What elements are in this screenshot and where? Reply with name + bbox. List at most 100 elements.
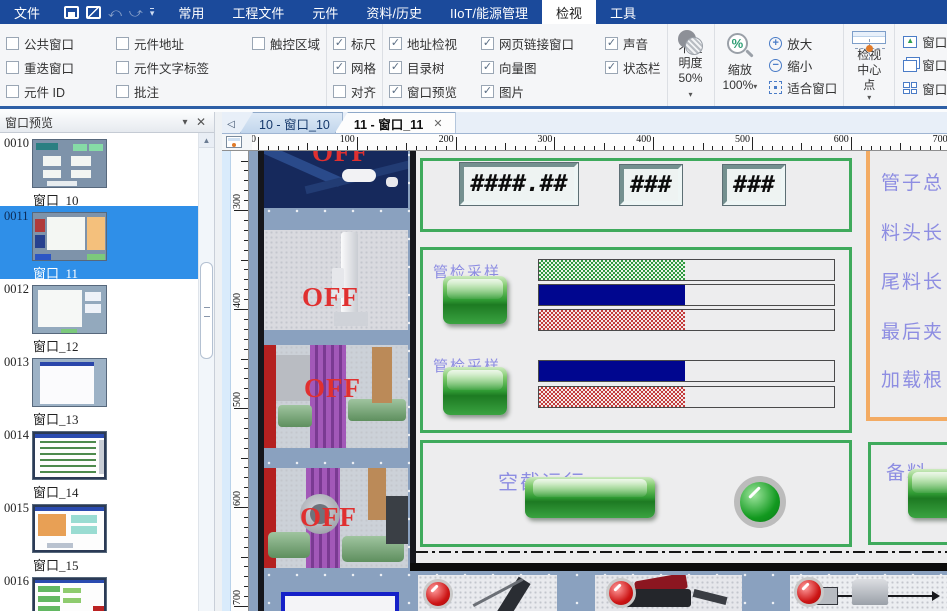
checkbox-sound[interactable]: ✓声音: [605, 34, 661, 53]
checkbox-address-view[interactable]: ✓地址检视: [389, 34, 467, 53]
blue-frame-box[interactable]: [281, 592, 399, 611]
panel-close-icon[interactable]: ✕: [193, 115, 209, 129]
window-thumbnail[interactable]: [32, 285, 107, 334]
tab-window-11[interactable]: 11 - 窗口_11✕: [335, 112, 456, 133]
menu-project-file[interactable]: 工程文件: [218, 0, 298, 24]
checkbox-public-window[interactable]: ✓公共窗口: [6, 34, 102, 53]
window-thumbnail[interactable]: [32, 139, 107, 188]
idle-run-button[interactable]: [525, 477, 655, 518]
checkbox-grid[interactable]: ✓网格: [333, 58, 376, 77]
view-center-button[interactable]: 检视中心点 ▾: [844, 24, 895, 106]
ready-button[interactable]: [908, 469, 947, 518]
numeric-display-1[interactable]: ####.##: [460, 163, 578, 205]
checkbox-component-address[interactable]: ✓元件地址: [116, 34, 238, 53]
red-indicator-light[interactable]: [794, 577, 824, 607]
redo-icon[interactable]: ⤻: [129, 6, 143, 19]
window-list-item[interactable]: 0013 窗口_13: [0, 352, 199, 425]
window-thumbnail[interactable]: [32, 358, 107, 407]
window-thumbnail[interactable]: [32, 504, 107, 553]
machine-photo-1[interactable]: OFF: [264, 151, 408, 208]
progress-bar-red-2[interactable]: [538, 386, 835, 408]
green-indicator-light[interactable]: [734, 476, 786, 528]
menu-common[interactable]: 常用: [164, 0, 218, 24]
tab-close-icon[interactable]: ✕: [433, 117, 442, 130]
hmi-screen-interior[interactable]: ####.## ### ### 管子总 料头长 尾料长 最后夹 加载根 管检采样…: [416, 151, 947, 563]
zoom-in-button[interactable]: +放大: [769, 32, 837, 54]
window-list-item[interactable]: 0014 窗口_14: [0, 425, 199, 498]
window-cascade-button[interactable]: 窗口重叠: [903, 53, 947, 76]
export-image-icon[interactable]: [86, 6, 101, 19]
machine-photo-5[interactable]: [418, 575, 557, 611]
window-thumbnail[interactable]: [32, 431, 107, 480]
checkbox-overlap-window[interactable]: ✓重迭窗口: [6, 58, 102, 77]
scrollbar-thumb[interactable]: [200, 262, 213, 359]
red-indicator-light[interactable]: [606, 578, 636, 608]
machine-photo-2[interactable]: OFF: [264, 230, 408, 330]
progress-bar-navy-1[interactable]: [538, 284, 835, 306]
scroll-up-icon[interactable]: ▲: [199, 133, 214, 148]
customize-toolbar-icon[interactable]: ▾: [150, 8, 155, 17]
label-head-length[interactable]: 料头长: [881, 218, 944, 245]
window-list-item[interactable]: 0012 窗口_12: [0, 279, 199, 352]
checkbox-picture[interactable]: ✓图片: [481, 82, 591, 101]
zoom-button[interactable]: % 缩放 100%▾: [721, 29, 760, 101]
window-tile-button[interactable]: 窗口并列: [903, 77, 947, 100]
checkbox-component-id[interactable]: ✓元件 ID: [6, 82, 102, 101]
design-canvas[interactable]: OFF OFF OFF OFF: [249, 151, 947, 611]
menu-data-history[interactable]: 资料/历史: [352, 0, 436, 24]
fit-window-button[interactable]: 适合窗口: [769, 76, 837, 98]
checkbox-ruler[interactable]: ✓标尺: [333, 34, 376, 53]
window-list-item[interactable]: 0016: [0, 571, 199, 611]
checkbox-vector-graphic[interactable]: ✓向量图: [481, 58, 591, 77]
progress-bar-navy-2[interactable]: [538, 360, 835, 382]
menu-iiot-energy[interactable]: IIoT/能源管理: [436, 0, 542, 24]
sampling-button-1[interactable]: [443, 276, 507, 324]
checkbox-window-preview[interactable]: ✓窗口预览: [389, 82, 467, 101]
machine-photo-3[interactable]: OFF: [264, 345, 408, 448]
window-list-item[interactable]: 0010 窗口_10: [0, 133, 199, 206]
numeric-display-3[interactable]: ###: [723, 165, 785, 205]
ruler-origin-icon[interactable]: [226, 136, 242, 148]
label-load-root[interactable]: 加载根: [881, 365, 944, 392]
window-list-item-selected[interactable]: 0011 窗口_11: [0, 206, 199, 279]
checkbox-component-text-label[interactable]: ✓元件文字标签: [116, 58, 238, 77]
zoom-percent-icon: %: [725, 33, 755, 61]
checkbox-status-bar[interactable]: ✓状态栏: [605, 58, 661, 77]
window-list-item[interactable]: 0015 窗口_15: [0, 498, 199, 571]
progress-bar-red-1[interactable]: [538, 309, 835, 331]
label-tail-length[interactable]: 尾料长: [881, 267, 944, 294]
red-indicator-light[interactable]: [423, 579, 453, 609]
checkbox-annotation[interactable]: ✓批注: [116, 82, 238, 101]
canvas-scroll-strip[interactable]: [222, 151, 231, 611]
machine-photo-4[interactable]: OFF: [264, 468, 408, 568]
label-last-clamp[interactable]: 最后夹: [881, 317, 944, 344]
checkbox-directory-tree[interactable]: ✓目录树: [389, 58, 467, 77]
label-pipe-total[interactable]: 管子总: [881, 168, 944, 195]
tab-scroll-left-icon[interactable]: ◁: [222, 119, 240, 133]
menu-file[interactable]: 文件: [0, 0, 54, 24]
tab-window-10[interactable]: 10 - 窗口_10: [240, 112, 343, 133]
zoom-out-button[interactable]: −缩小: [769, 54, 837, 76]
machine-photo-6[interactable]: [595, 575, 742, 611]
panel-scrollbar[interactable]: ▲: [198, 133, 214, 611]
undo-icon[interactable]: ⤺: [108, 6, 122, 19]
menu-component[interactable]: 元件: [298, 0, 352, 24]
menu-tools[interactable]: 工具: [596, 0, 650, 24]
screen-frame-bottom[interactable]: [410, 563, 947, 571]
checkbox-align[interactable]: ✓对齐: [333, 82, 376, 101]
checkbox-web-link-window[interactable]: ✓网页链接窗口: [481, 34, 591, 53]
panel-splitter[interactable]: [215, 112, 222, 611]
opacity-button[interactable]: 不透明度 50% ▾: [668, 24, 715, 106]
menu-view[interactable]: 检视: [542, 0, 596, 24]
window-thumbnail[interactable]: [32, 577, 107, 611]
machine-photo-7[interactable]: [790, 575, 947, 611]
panel-menu-icon[interactable]: ▾: [177, 117, 193, 128]
window-list-button[interactable]: 窗口列表: [903, 30, 947, 53]
checkbox-touch-area[interactable]: ✓触控区域: [252, 34, 320, 53]
save-icon[interactable]: [64, 6, 79, 19]
progress-bar-green[interactable]: [538, 259, 835, 281]
off-label: OFF: [300, 502, 357, 533]
numeric-display-2[interactable]: ###: [620, 165, 682, 205]
sampling-button-2[interactable]: [443, 367, 507, 415]
window-thumbnail[interactable]: [32, 212, 107, 261]
